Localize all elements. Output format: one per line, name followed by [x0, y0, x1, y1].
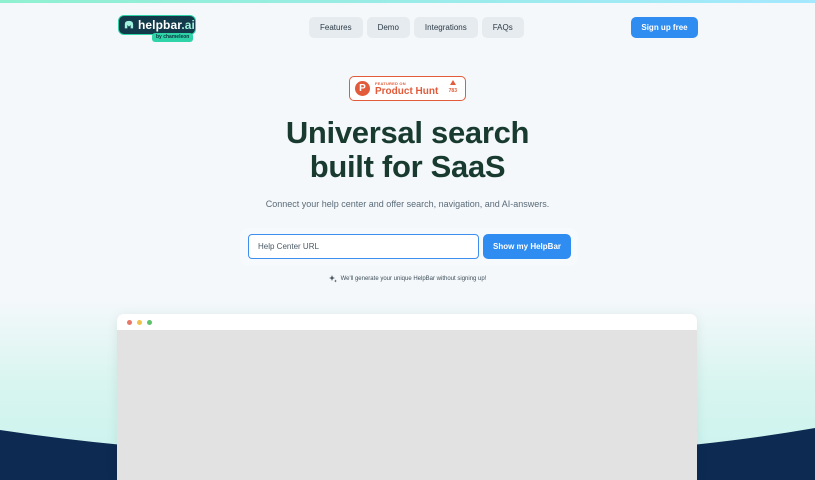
- sparkle-icon: [328, 275, 337, 283]
- page-subtitle: Connect your help center and offer searc…: [265, 199, 550, 209]
- form-note-text: We'll generate your unique HelpBar witho…: [340, 276, 487, 282]
- product-hunt-badge[interactable]: P FEATURED ON Product Hunt 783: [349, 76, 466, 101]
- upvote-count: 783: [449, 80, 457, 94]
- browser-content: [117, 330, 697, 480]
- brand-logo[interactable]: helpbar.ai by chameleon: [118, 15, 196, 42]
- logo-byline: by chameleon: [152, 33, 194, 42]
- nav-features[interactable]: Features: [309, 17, 363, 38]
- helpbar-form: Show my HelpBar: [240, 228, 578, 266]
- close-dot-icon: [127, 319, 132, 325]
- browser-toolbar: [117, 314, 697, 330]
- product-hunt-name: Product Hunt: [375, 85, 439, 97]
- browser-preview: [117, 314, 697, 480]
- form-note: We'll generate your unique HelpBar witho…: [0, 275, 815, 283]
- minimize-dot-icon: [137, 319, 142, 325]
- page-title: Universal search built for SaaS: [0, 116, 815, 184]
- product-hunt-text: FEATURED ON Product Hunt: [375, 81, 438, 97]
- help-center-url-input[interactable]: [248, 234, 479, 259]
- nav-integrations[interactable]: Integrations: [413, 17, 478, 38]
- main-nav: Features Demo Integrations FAQs: [309, 17, 524, 38]
- show-helpbar-button[interactable]: Show my HelpBar: [483, 234, 571, 259]
- product-hunt-icon: P: [355, 81, 370, 96]
- upvote-arrow-icon: [449, 80, 456, 85]
- maximize-dot-icon: [147, 319, 152, 325]
- logo-pill: helpbar.ai: [118, 15, 196, 35]
- vote-count: 783: [448, 88, 457, 94]
- signup-button[interactable]: Sign up free: [631, 17, 698, 38]
- headline-line-1: Universal search: [285, 115, 530, 150]
- logo-text: helpbar.ai: [137, 18, 195, 32]
- nav-faqs[interactable]: FAQs: [481, 17, 524, 38]
- headline-line-2: built for SaaS: [309, 149, 506, 184]
- helpbar-mark-icon: [124, 20, 134, 29]
- nav-demo[interactable]: Demo: [366, 17, 410, 38]
